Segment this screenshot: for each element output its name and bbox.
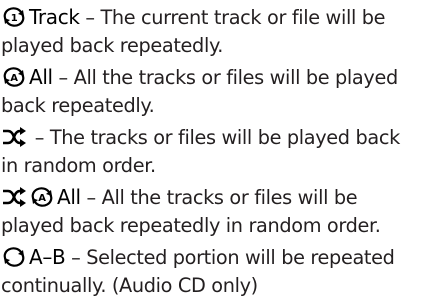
repeat-ab-icon [1, 247, 27, 267]
description-line-1: – The tracks or files will be played bac… [29, 126, 400, 149]
description-line-1: – Selected portion will be repeated [65, 246, 395, 269]
entry-line-1: A All – All the tracks or files will be … [1, 63, 422, 92]
description-line-2: played back repeatedly. [1, 34, 224, 57]
repeat-one-icon: 1 [1, 7, 27, 27]
repeat-all-badge: A [38, 193, 46, 204]
shuffle-icon [1, 127, 27, 147]
entry-line-1: 1 Track – The current track or file will… [1, 3, 422, 32]
repeat-mode-list: 1 Track – The current track or file will… [1, 3, 422, 303]
shuffle-icon [1, 187, 27, 207]
description-line-1: – The current track or file will be [79, 6, 386, 29]
repeat-all-icon: A [29, 187, 55, 207]
repeat-all-badge: A [10, 73, 18, 84]
repeat-ab-entry: A–B – Selected portion will be repeated … [1, 243, 422, 300]
repeat-all-entry: A All – All the tracks or files will be … [1, 63, 422, 120]
shuffle-entry: – The tracks or files will be played bac… [1, 123, 422, 180]
entry-line-1: – The tracks or files will be played bac… [1, 123, 422, 152]
description-line-2: played back repeatedly in random order. [1, 214, 381, 237]
description-line-1: – All the tracks or files will be [80, 186, 358, 209]
term-all: All [57, 185, 81, 209]
term-all: All [29, 65, 53, 89]
entry-line-1: A–B – Selected portion will be repeated [1, 243, 422, 272]
entry-line-1: A All – All the tracks or files will be [1, 183, 422, 212]
repeat-track-entry: 1 Track – The current track or file will… [1, 3, 422, 60]
repeat-one-badge: 1 [11, 13, 18, 24]
term-track: Track [29, 5, 80, 29]
shuffle-repeat-all-entry: A All – All the tracks or files will be … [1, 183, 422, 240]
term-a-b: A–B [29, 245, 66, 269]
description-line-2: back repeatedly. [1, 94, 155, 117]
description-line-2: in random order. [1, 154, 156, 177]
repeat-all-icon: A [1, 67, 27, 87]
description-line-1: – All the tracks or files will be played [52, 66, 399, 89]
description-line-2: continually. (Audio CD only) [1, 274, 258, 297]
